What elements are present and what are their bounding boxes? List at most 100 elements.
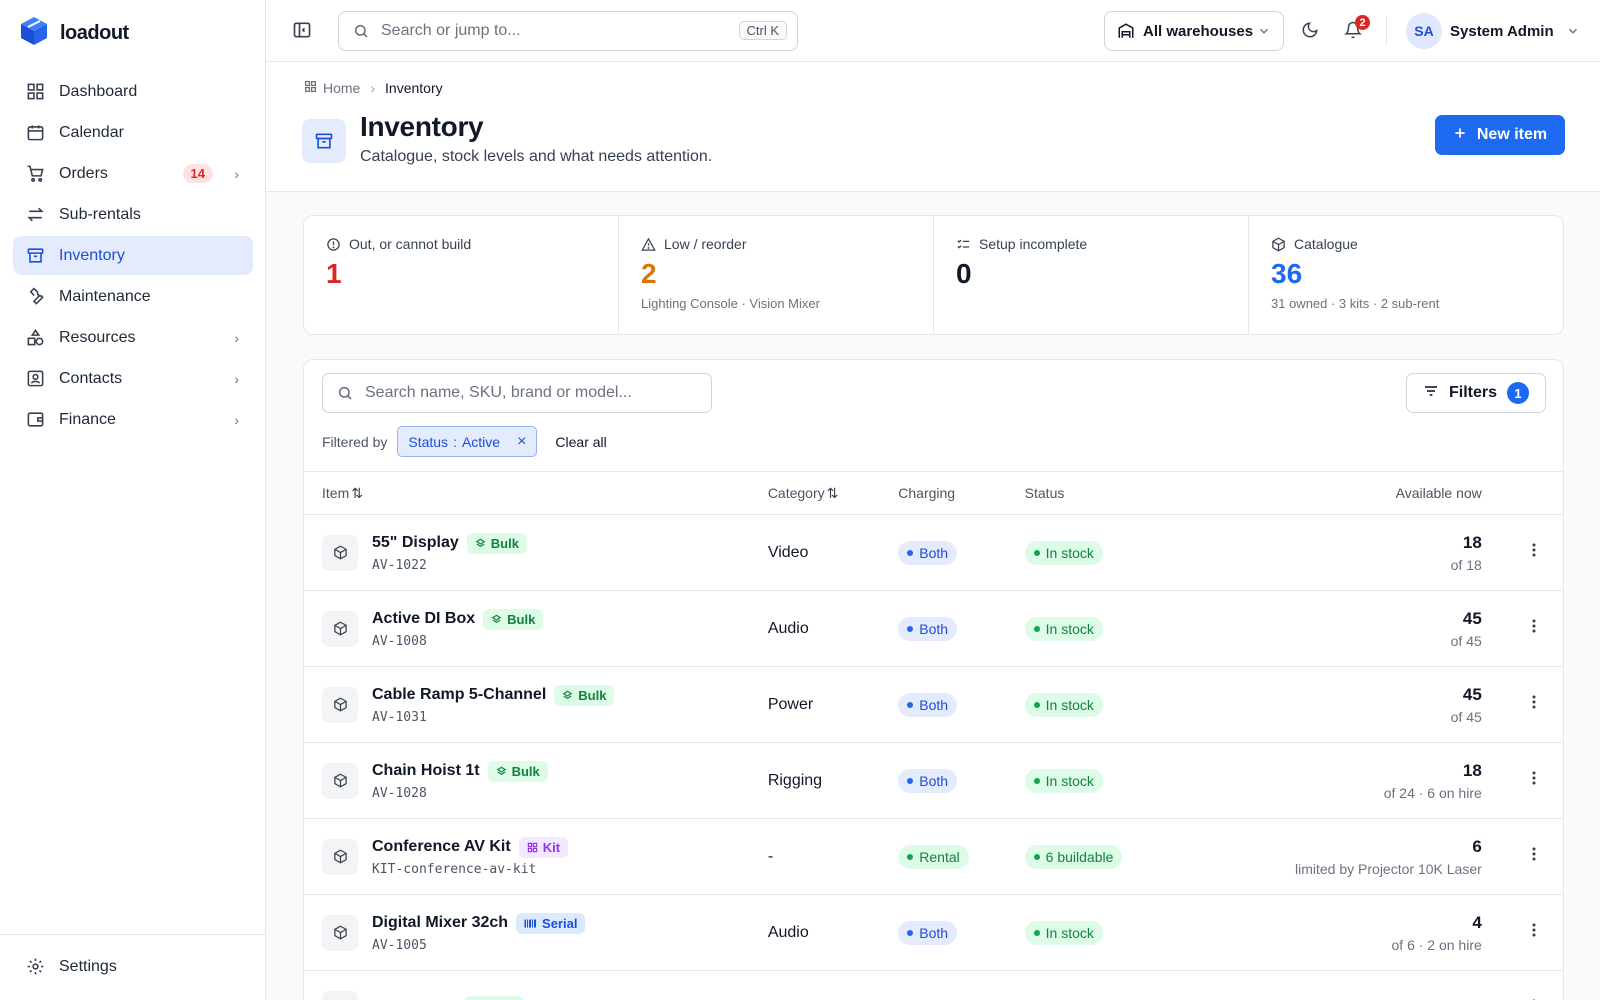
sidebar-item-label: Inventory [59,246,125,264]
cell-available: 18 of 24 · 6 on hire [1197,742,1504,819]
status-dot [907,929,914,936]
available-count: 8 [1198,997,1481,1000]
available-detail: of 6 · 2 on hire [1391,936,1482,953]
stat-card[interactable]: Low / reorder 2 Lighting Console · Vision … [619,216,934,334]
dashboard-icon [25,82,45,102]
sidebar-item-sub-rentals[interactable]: Sub-rentals [13,195,253,234]
search-icon [353,23,369,39]
cell-available: 45 of 45 [1197,590,1504,667]
stat-label: Low / reorder [664,236,747,252]
warehouse-select-value: All warehouses [1143,22,1254,40]
item-name-link[interactable]: Active DI Box [372,610,475,628]
sidebar-item-dashboard[interactable]: Dashboard [13,72,253,111]
available-detail: of 45 [1450,708,1482,725]
cell-charging: Both [898,590,1025,667]
sidebar-item-resources[interactable]: Resources › [13,318,253,357]
keyboard-shortcut-hint: Ctrl K [738,21,787,40]
cell-actions [1503,666,1563,743]
table-row[interactable]: Conference AV Kit Kit KIT-conference-av-ki… [304,818,1563,895]
close-icon[interactable]: × [517,433,526,451]
item-type-tag: Kit [518,836,569,858]
filtered-by-label: Filtered by [322,433,388,450]
table-row[interactable]: Digital Mixer 32ch Serial AV-1005 Audio Both… [304,894,1563,971]
sidebar-item-finance[interactable]: Finance › [13,400,253,439]
more-vertical-icon[interactable] [1532,695,1536,709]
sort-icon[interactable]: ⇅ [827,485,839,501]
stat-card[interactable]: Setup incomplete 0 [934,216,1249,334]
warehouse-select[interactable]: All warehouses [1104,11,1284,51]
filters-button[interactable]: Filters 1 [1406,373,1546,413]
sidebar-item-orders[interactable]: Orders 14 › [13,154,253,193]
table-row[interactable]: Chain Hoist 1t Bulk AV-1028 Rigging Both In s… [304,742,1563,819]
sidebar-nav: Dashboard Calendar Orders 14 › Sub-rentals Inv… [13,72,253,441]
chevron-right-icon[interactable]: › [234,371,239,387]
sidebar-item-label: Contacts [59,369,123,387]
filter-chip-status[interactable]: Status : Active × [397,426,538,457]
item-name-link[interactable]: Digital Mixer 32ch [372,914,508,932]
column-header-actions [1503,471,1563,515]
sidebar-item-contacts[interactable]: Contacts › [13,359,253,398]
item-type-label: Kit [542,839,561,855]
bulk-icon [491,614,502,625]
item-type-label: Serial [542,915,578,931]
sidebar-item-calendar[interactable]: Calendar [13,113,253,152]
column-header-item[interactable]: Item ⇅ [304,471,768,515]
moon-icon[interactable] [1301,21,1319,43]
item-name-link[interactable]: Cable Ramp 5-Channel [372,686,546,704]
chevron-right-icon[interactable]: › [234,166,239,182]
sidebar-item-inventory[interactable]: Inventory [13,236,253,275]
chevron-right-icon[interactable]: › [234,412,239,428]
chevron-right-icon[interactable]: › [234,330,239,346]
breadcrumb-home-link[interactable]: Home [323,80,360,96]
table-row[interactable]: DMX HazerBulk 8 [304,970,1563,1000]
status-badge: In stock [1024,616,1103,641]
sidebar-toggle-icon[interactable] [292,20,312,44]
plus-icon [1453,126,1467,145]
more-vertical-icon[interactable] [1532,923,1536,937]
user-menu[interactable]: SA System Admin [1406,13,1580,49]
status-dot [1033,625,1040,632]
home-grid-icon [304,80,317,96]
stat-card[interactable]: Catalogue 36 31 owned · 3 kits · 2 sub-ren… [1249,216,1563,334]
archive-icon [25,246,45,266]
inventory-search-input[interactable]: Search name, SKU, brand or model... [322,373,712,413]
cell-available: 8 [1197,970,1504,1000]
item-sku: AV-1031 [372,709,427,725]
clear-all-button[interactable]: Clear all [555,434,606,450]
notifications-button[interactable]: 2 [1343,15,1370,43]
item-name-link[interactable]: 55" Display [372,534,459,552]
page-title: Inventory [360,111,484,142]
more-vertical-icon[interactable] [1532,543,1536,557]
column-header-category[interactable]: Category ⇅ [767,471,899,515]
cell-item: 55" Display Bulk AV-1022 [304,514,768,591]
breadcrumb: Home › Inventory [304,80,443,96]
charging-label: Both [919,620,949,637]
stat-value: 1 [326,258,342,289]
item-name-link[interactable]: Conference AV Kit [372,838,511,856]
table-row[interactable]: Cable Ramp 5-Channel Bulk AV-1031 Power Both… [304,666,1563,743]
sort-icon[interactable]: ⇅ [351,485,363,501]
brand[interactable]: loadout [20,16,129,50]
global-search-input[interactable]: Search or jump to... Ctrl K [338,11,798,51]
stat-card[interactable]: Out, or cannot build 1 [304,216,619,334]
sidebar-item-maintenance[interactable]: Maintenance [13,277,253,316]
table-row[interactable]: Active DI Box Bulk AV-1008 Audio Both In stoc… [304,590,1563,667]
checklist-icon [956,237,971,252]
more-vertical-icon[interactable] [1532,847,1536,861]
new-item-button[interactable]: New item [1435,115,1565,155]
calendar-icon [25,123,45,143]
cell-category: - [767,818,899,895]
more-vertical-icon[interactable] [1532,619,1536,633]
bulk-icon [475,538,486,549]
stat-label: Setup incomplete [979,236,1088,252]
cell-category: Audio [767,894,899,971]
charging-badge: Rental [898,844,969,869]
item-type-label: Bulk [507,611,536,627]
sidebar-item-settings[interactable]: Settings [13,947,253,986]
status-dot [907,625,914,632]
table-row[interactable]: 55" Display Bulk AV-1022 Video Both In stock 1… [304,514,1563,591]
more-vertical-icon[interactable] [1532,771,1536,785]
active-filters: Filtered by Status : Active × Clear all [322,426,607,457]
item-name-link[interactable]: Chain Hoist 1t [372,762,480,780]
status-label: In stock [1045,620,1094,637]
